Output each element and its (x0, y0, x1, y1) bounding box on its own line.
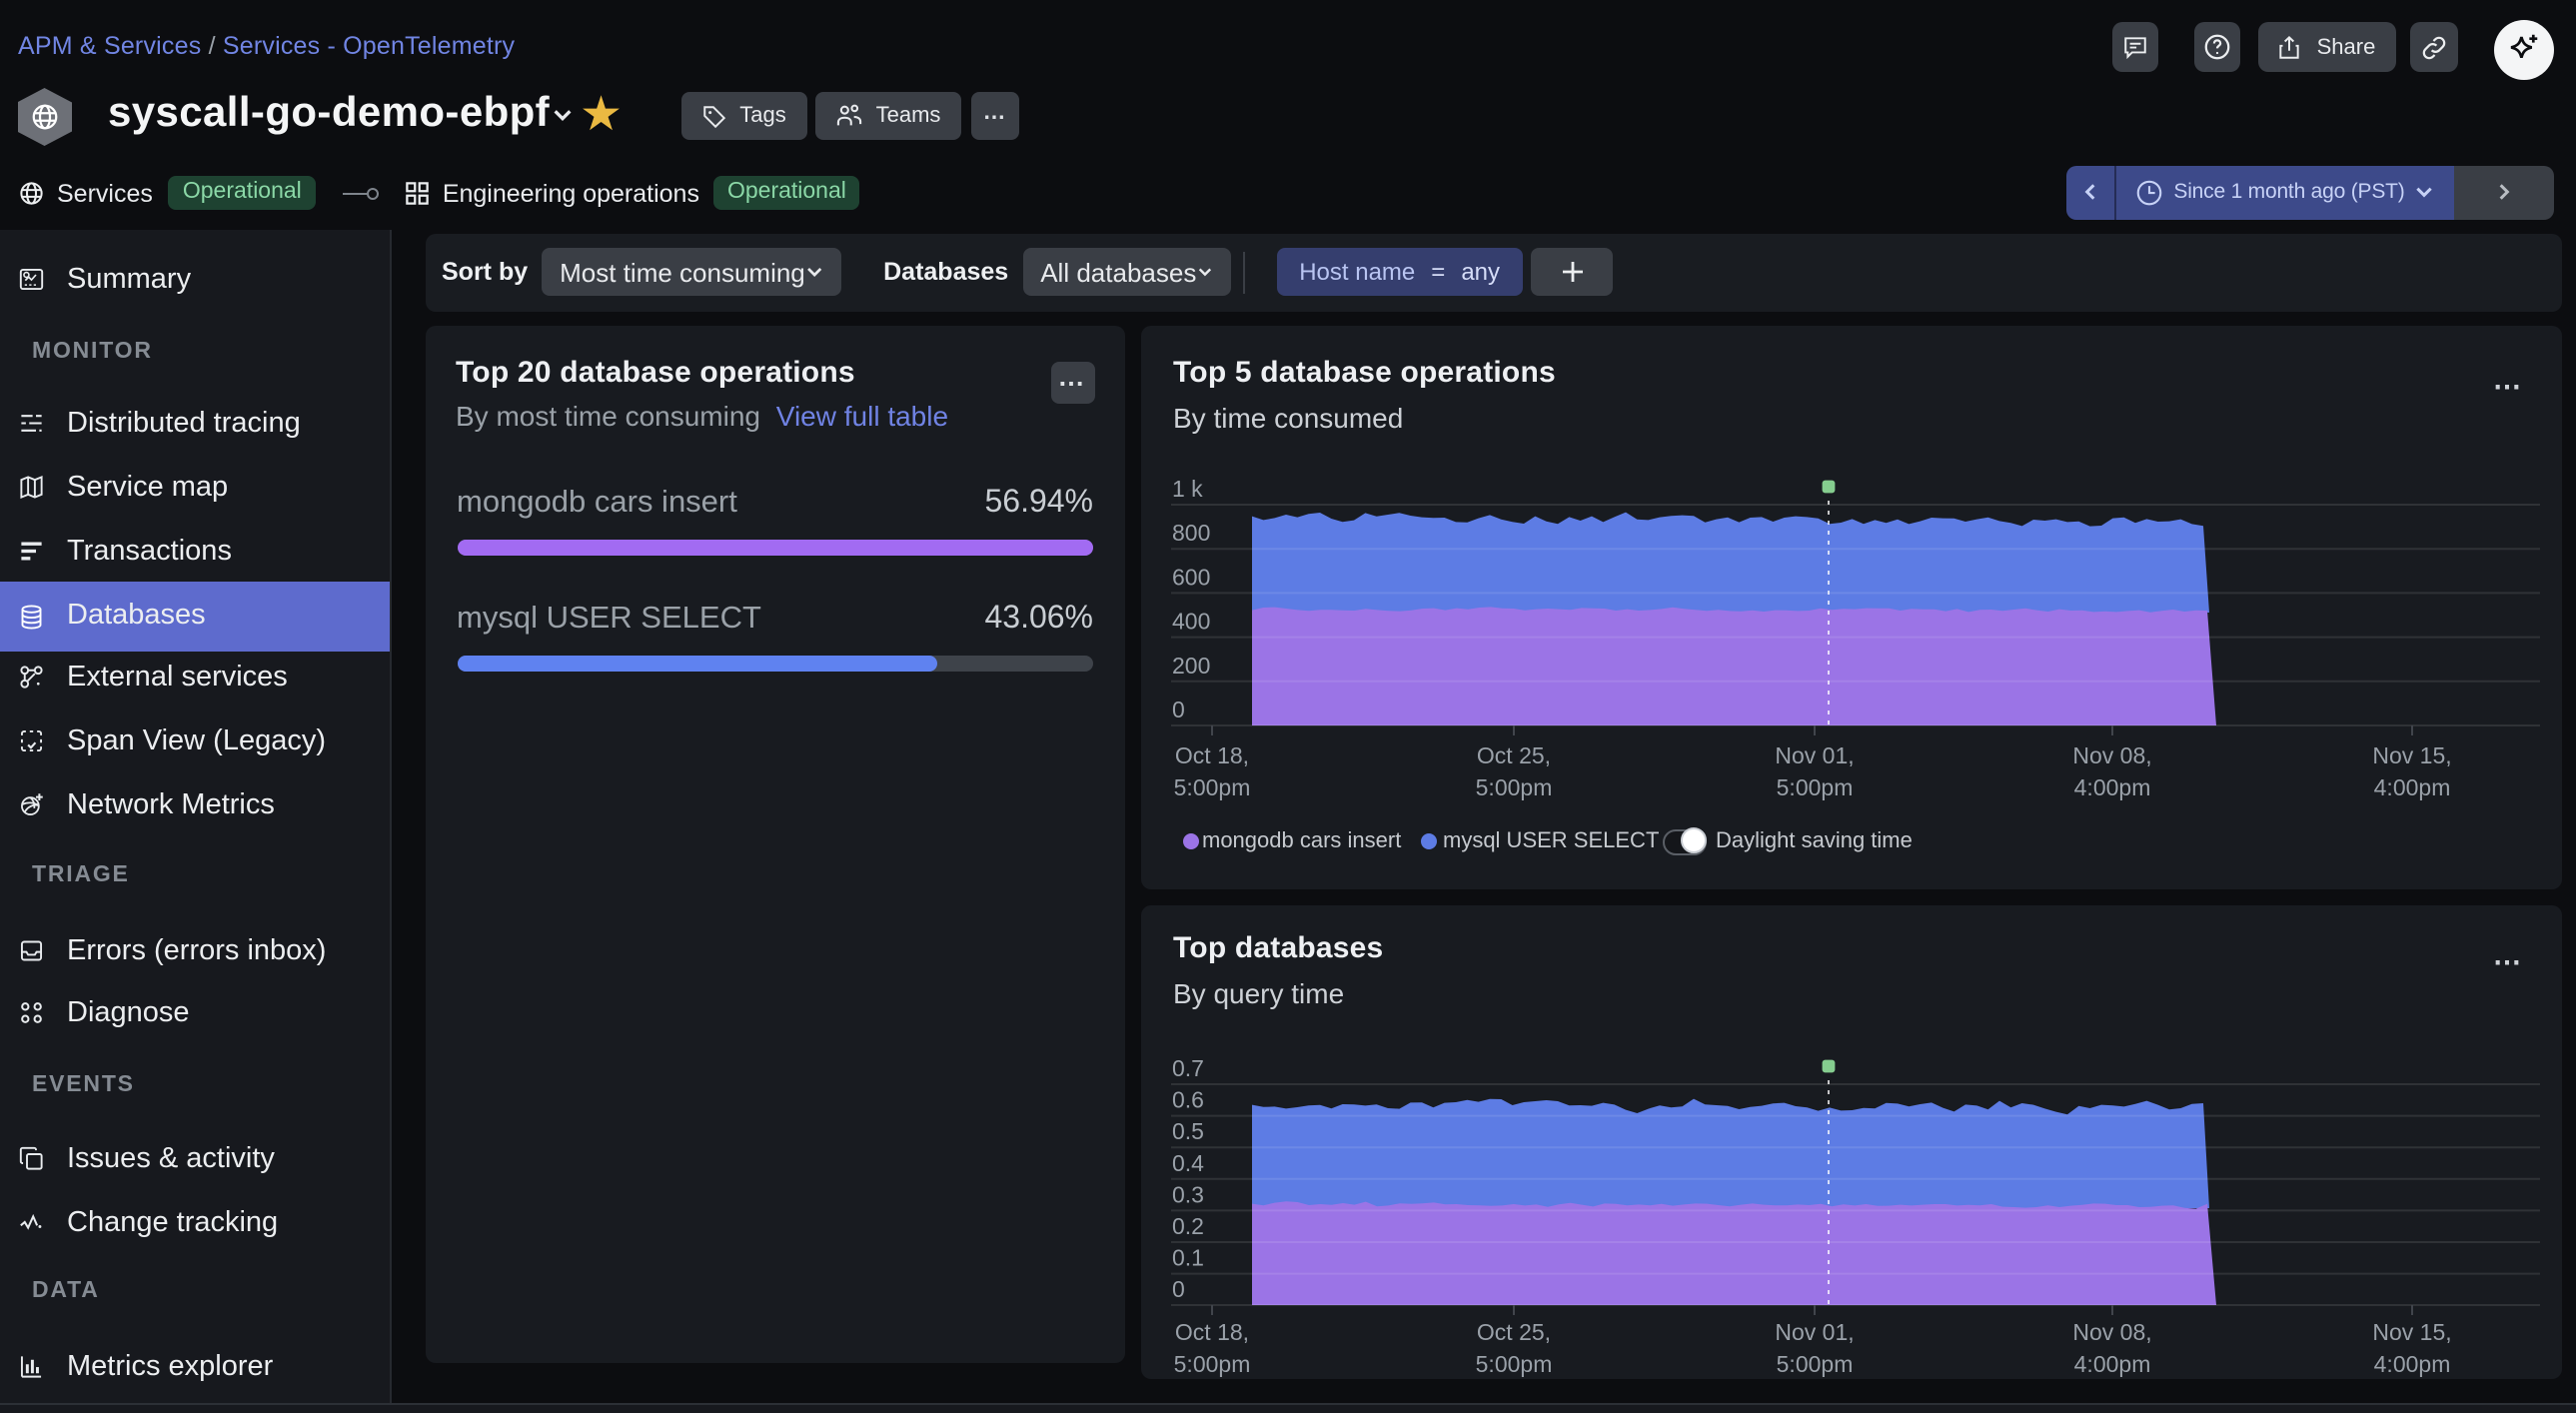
svg-text:0.1: 0.1 (1172, 1244, 1204, 1270)
svg-text:0.6: 0.6 (1172, 1086, 1204, 1112)
svg-text:0: 0 (1172, 1275, 1185, 1301)
svg-text:200: 200 (1172, 653, 1210, 679)
svg-text:400: 400 (1172, 609, 1210, 635)
svg-text:1 k: 1 k (1172, 476, 1203, 502)
svg-text:5:00pm: 5:00pm (1476, 774, 1553, 800)
svg-text:0.4: 0.4 (1172, 1149, 1204, 1175)
svg-text:4:00pm: 4:00pm (2374, 774, 2451, 800)
svg-text:0.3: 0.3 (1172, 1180, 1204, 1206)
svg-text:0: 0 (1172, 697, 1185, 722)
svg-text:600: 600 (1172, 564, 1210, 590)
svg-text:Oct 18,: Oct 18, (1175, 1318, 1249, 1344)
svg-text:Nov 01,: Nov 01, (1775, 742, 1854, 768)
svg-text:4:00pm: 4:00pm (2074, 774, 2151, 800)
svg-text:Nov 01,: Nov 01, (1775, 1318, 1854, 1344)
svg-text:Nov 08,: Nov 08, (2072, 742, 2151, 768)
svg-text:5:00pm: 5:00pm (1174, 1350, 1251, 1376)
svg-text:800: 800 (1172, 520, 1210, 546)
svg-text:Oct 18,: Oct 18, (1175, 742, 1249, 768)
svg-text:Oct 25,: Oct 25, (1477, 742, 1551, 768)
svg-text:0.7: 0.7 (1172, 1054, 1204, 1080)
svg-text:4:00pm: 4:00pm (2374, 1350, 2451, 1376)
svg-text:5:00pm: 5:00pm (1174, 774, 1251, 800)
svg-text:Nov 15,: Nov 15, (2372, 1318, 2451, 1344)
svg-text:5:00pm: 5:00pm (1476, 1350, 1553, 1376)
svg-text:0.5: 0.5 (1172, 1117, 1204, 1143)
svg-text:5:00pm: 5:00pm (1777, 1350, 1854, 1376)
svg-text:Nov 15,: Nov 15, (2372, 742, 2451, 768)
svg-text:0.2: 0.2 (1172, 1212, 1204, 1238)
svg-text:Oct 25,: Oct 25, (1477, 1318, 1551, 1344)
svg-text:Nov 08,: Nov 08, (2072, 1318, 2151, 1344)
svg-text:4:00pm: 4:00pm (2074, 1350, 2151, 1376)
svg-text:5:00pm: 5:00pm (1777, 774, 1854, 800)
